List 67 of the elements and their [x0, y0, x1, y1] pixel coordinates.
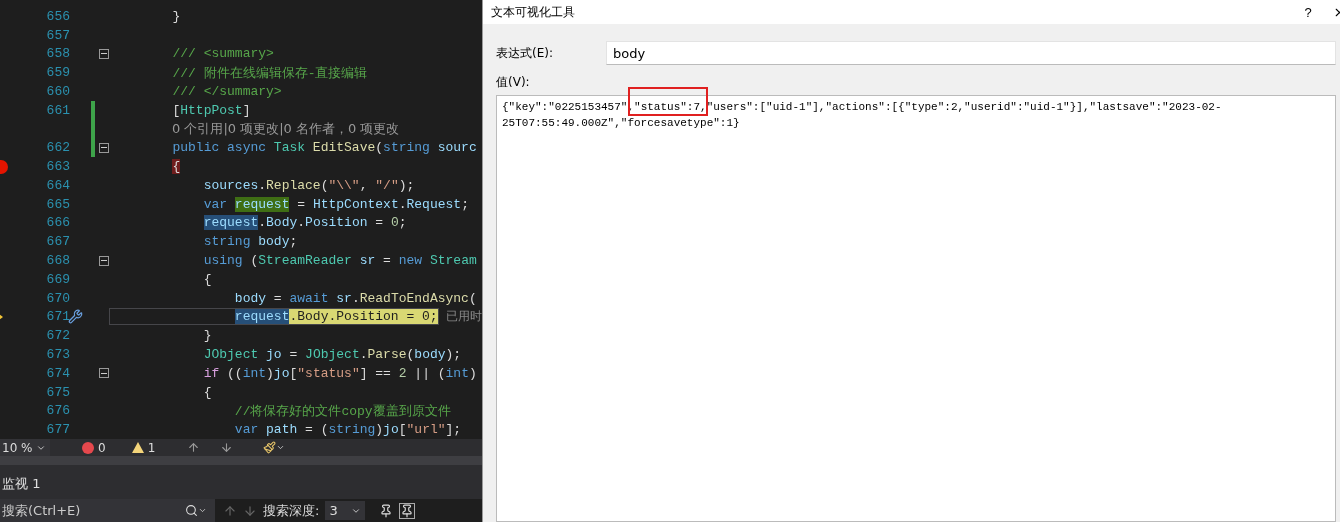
line-number: 663 — [46, 159, 70, 175]
codelens-info[interactable]: 0 个引用|0 项更改|0 名作者，0 项更改 — [172, 120, 400, 139]
code-line: JObject jo = JObject.Parse(body); — [202, 346, 462, 362]
arrow-up-icon[interactable] — [187, 441, 201, 455]
line-number: 666 — [46, 215, 70, 231]
help-button[interactable]: ? — [1293, 4, 1323, 20]
line-number: 672 — [46, 328, 70, 344]
line-number: 660 — [46, 84, 70, 99]
code-line: /// </summary> — [171, 84, 282, 99]
code-line: [HttpPost] — [171, 102, 251, 118]
code-line: //将保存好的文件copy覆盖到原文件 — [233, 402, 451, 420]
code-line: using (StreamReader sr = new Stream — [202, 253, 477, 269]
line-number: 674 — [46, 365, 70, 381]
code-line: { — [202, 271, 212, 287]
line-number: 673 — [46, 346, 70, 362]
expression-field[interactable]: body — [606, 41, 1336, 65]
line-number: 661 — [46, 102, 70, 118]
code-line: body = await sr.ReadToEndAsync( — [233, 290, 477, 306]
code-line: { — [202, 384, 212, 400]
json-text: "status":7 — [634, 101, 701, 113]
code-line: sources.Replace("\\", "/"); — [202, 177, 415, 193]
depth-dropdown[interactable]: 3 — [325, 501, 366, 520]
line-number: 665 — [46, 196, 70, 212]
line-number: 662 — [46, 140, 70, 156]
code-line: } — [171, 8, 181, 24]
json-text: 25T07:55:49.000Z","forcesavetype":1} — [502, 117, 740, 129]
panel-title: 监视 1 — [1, 475, 42, 493]
code-line: request.Body.Position = 0; — [202, 215, 407, 231]
code-line: var path = (string)jo["url"]; — [233, 422, 462, 438]
code-line: } — [202, 328, 212, 344]
error-count[interactable]: 0 — [82, 440, 106, 455]
line-number: 676 — [46, 403, 70, 419]
collapse-icon[interactable] — [99, 368, 109, 379]
line-number: 670 — [46, 290, 70, 306]
line-number: 675 — [46, 384, 70, 400]
arrow-down-icon[interactable] — [243, 503, 257, 518]
line-number: 668 — [46, 253, 70, 269]
depth-label: 搜索深度: — [263, 501, 320, 520]
arrow-down-icon[interactable] — [220, 441, 234, 455]
line-number: 664 — [46, 177, 70, 193]
code-line: request.Body.Position = 0; — [110, 309, 438, 325]
line-number: 671 — [46, 309, 70, 325]
line-number: 659 — [46, 65, 70, 81]
brush-icon[interactable] — [263, 441, 286, 455]
expression-label: 表达式(E): — [496, 44, 554, 62]
code-line: /// 附件在线编辑保存-直接编辑 — [171, 64, 368, 82]
line-number: 657 — [46, 27, 70, 43]
collapse-icon[interactable] — [99, 48, 109, 59]
line-number: 669 — [46, 271, 70, 287]
code-line: /// <summary> — [171, 46, 274, 62]
collapse-icon[interactable] — [99, 142, 109, 153]
value-label: 值(V): — [496, 74, 531, 91]
search-icon[interactable] — [185, 504, 207, 517]
line-number: 677 — [46, 422, 70, 438]
dialog-title: 文本可视化工具 — [491, 3, 576, 21]
line-number: 658 — [46, 46, 70, 62]
code-line: if ((int)jo["status"] == 2 || (int) — [202, 365, 477, 381]
zoom-dropdown[interactable]: 10 % — [0, 439, 50, 457]
line-number: 667 — [46, 234, 70, 250]
code-line: string body; — [202, 234, 298, 250]
collapse-icon[interactable] — [99, 255, 109, 266]
elapsed-time-hint: 已用时 — [445, 308, 482, 326]
code-line: public async Task EditSave(string sourc — [171, 140, 477, 156]
pin-icon[interactable] — [379, 503, 394, 518]
code-line: var request = HttpContext.Request; — [202, 196, 469, 212]
line-number: 656 — [46, 8, 70, 24]
pin-icon[interactable] — [399, 502, 416, 519]
